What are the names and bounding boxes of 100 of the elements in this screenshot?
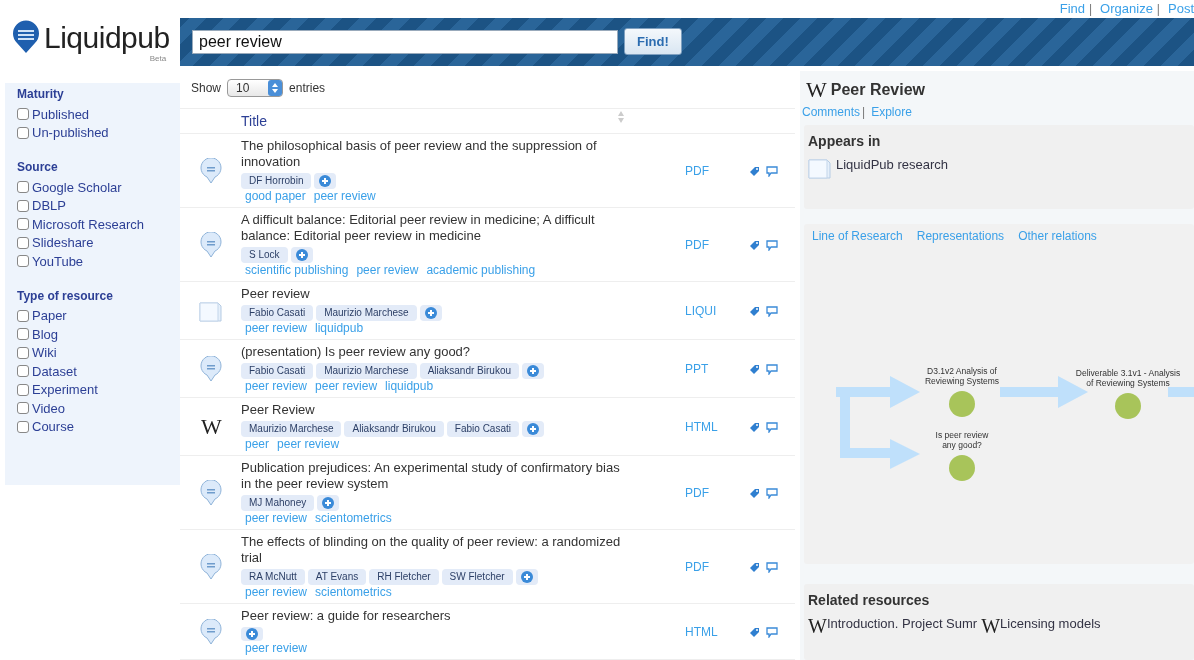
add-author-button[interactable] — [522, 421, 544, 437]
filter-label[interactable]: Paper — [32, 308, 67, 324]
wiki-icon: W — [981, 616, 999, 636]
checkbox[interactable] — [17, 181, 29, 194]
add-author-button[interactable] — [314, 173, 337, 189]
tag-icon[interactable] — [749, 561, 760, 573]
graph-node[interactable]: Is peer review any good? — [935, 430, 989, 481]
graph-node[interactable]: D3.1v2 Analysis of Reviewing Systems — [924, 366, 1000, 417]
comment-icon[interactable] — [766, 626, 778, 638]
show-label: Show — [191, 80, 222, 95]
collection-link[interactable]: LiquidPub research — [836, 157, 949, 172]
filter-label[interactable]: DBLP — [32, 198, 66, 214]
folder-icon — [198, 300, 223, 322]
document-pin-icon — [199, 356, 222, 382]
checkbox[interactable] — [17, 218, 29, 231]
page-size-select[interactable]: 10 — [227, 78, 284, 97]
comment-icon[interactable] — [766, 239, 778, 251]
filter-label[interactable]: Published — [32, 106, 90, 122]
tag-icon[interactable] — [749, 487, 760, 499]
separator: | — [1089, 1, 1093, 16]
checkbox[interactable] — [17, 328, 29, 341]
document-pin-icon — [199, 480, 222, 506]
related-link[interactable]: Introduction. Project Sumr — [826, 616, 978, 631]
search-field[interactable]: peer review — [192, 29, 618, 54]
comment-icon[interactable] — [766, 421, 778, 433]
tag-icon[interactable] — [749, 305, 760, 317]
result-title[interactable]: Peer Review — [241, 402, 315, 418]
author-chip[interactable]: Maurizio Marchese — [316, 363, 417, 379]
filter-label[interactable]: Experiment — [32, 382, 98, 398]
author-chip[interactable]: Fabio Casati — [241, 363, 314, 379]
author-chip[interactable]: AT Evans — [307, 569, 367, 585]
checkbox[interactable] — [17, 236, 29, 249]
author-chip[interactable]: Aliaksandr Birukou — [419, 363, 519, 379]
filter-label[interactable]: Wiki — [32, 345, 57, 361]
author-chip[interactable]: Maurizio Marchese — [241, 421, 342, 437]
author-chip[interactable]: RH Fletcher — [369, 569, 439, 585]
filter-heading: Type of resource — [17, 288, 114, 303]
author-chip[interactable]: Fabio Casati — [241, 305, 314, 321]
author-chip[interactable]: DF Horrobin — [241, 173, 312, 189]
document-pin-icon — [199, 554, 222, 580]
result-title[interactable]: Peer review — [241, 286, 310, 302]
filter-label[interactable]: Slideshare — [32, 235, 94, 251]
spinner-icon[interactable] — [268, 79, 283, 96]
graph-node[interactable]: Deliverable 3.1v1 - Analysis of Reviewing Systems — [1075, 368, 1181, 419]
find-button[interactable]: Find! — [624, 28, 682, 56]
add-author-button[interactable] — [290, 247, 313, 263]
result-title[interactable]: The effects of blinding on the quality of peer review: a randomized trial — [241, 534, 621, 566]
comment-icon[interactable] — [766, 561, 778, 573]
checkbox[interactable] — [17, 420, 29, 433]
author-chip[interactable]: Aliaksandr Birukou — [344, 421, 444, 437]
author-chip[interactable]: MJ Mahoney — [241, 495, 315, 511]
author-chip[interactable]: Maurizio Marchese — [316, 305, 417, 321]
result-title[interactable]: The philosophical basis of peer review and the suppression of innovation — [241, 138, 621, 170]
tag-icon[interactable] — [749, 165, 760, 177]
add-author-button[interactable] — [241, 627, 263, 641]
filter-label[interactable]: Dataset — [32, 363, 77, 379]
document-pin-icon — [199, 158, 222, 184]
author-chip[interactable]: RA McNutt — [241, 569, 305, 585]
tag-icon[interactable] — [749, 363, 760, 375]
checkbox[interactable] — [17, 126, 29, 139]
comment-icon[interactable] — [766, 487, 778, 499]
checkbox[interactable] — [17, 346, 29, 359]
result-title[interactable]: (presentation) Is peer review any good? — [241, 344, 471, 360]
author-chip[interactable]: Fabio Casati — [446, 421, 519, 437]
add-author-button[interactable] — [522, 363, 544, 379]
filter-label[interactable]: Course — [32, 419, 74, 435]
checkbox[interactable] — [17, 108, 29, 121]
checkbox[interactable] — [17, 383, 29, 396]
filter-label[interactable]: Google Scholar — [32, 179, 122, 195]
tag-icon[interactable] — [749, 626, 760, 638]
checkbox[interactable] — [17, 199, 29, 212]
checkbox[interactable] — [17, 309, 29, 322]
tag-icon[interactable] — [749, 239, 760, 251]
checkbox[interactable] — [17, 402, 29, 415]
logo-pin-icon — [12, 20, 40, 54]
add-author-button[interactable] — [317, 495, 340, 511]
filter-heading: Source — [17, 160, 59, 174]
column-header[interactable]: Title — [241, 113, 267, 129]
filter-label[interactable]: Blog — [32, 326, 59, 342]
filter-label[interactable]: YouTube — [32, 253, 84, 269]
filter-label[interactable]: Un-published — [32, 125, 109, 141]
author-chip[interactable]: S Lock — [241, 247, 288, 263]
filter-label[interactable]: Microsoft Research — [32, 216, 144, 232]
comment-icon[interactable] — [766, 165, 778, 177]
add-author-button[interactable] — [419, 305, 442, 321]
result-title[interactable]: Peer review: a guide for researchers — [241, 608, 451, 624]
filter-label[interactable]: Video — [32, 400, 65, 416]
checkbox[interactable] — [17, 255, 29, 268]
checkbox[interactable] — [17, 365, 29, 378]
logo-text: Liquidpub — [44, 20, 170, 56]
author-chip[interactable]: SW Fletcher — [441, 569, 513, 585]
add-author-button[interactable] — [515, 569, 538, 585]
result-title[interactable]: Publication prejudices: An experimental study of confirmatory bias in the peer review system — [241, 460, 621, 492]
comment-icon[interactable] — [766, 305, 778, 317]
result-title[interactable]: A difficult balance: Editorial peer review in medicine; A difficult balance: Editorial peer review in medicine — [241, 212, 621, 244]
beta-label: Beta — [149, 54, 167, 63]
tag-icon[interactable] — [749, 421, 760, 433]
detail-title: Peer Review — [830, 81, 926, 99]
comment-icon[interactable] — [766, 363, 778, 375]
related-link[interactable]: Licensing models — [1000, 616, 1101, 631]
